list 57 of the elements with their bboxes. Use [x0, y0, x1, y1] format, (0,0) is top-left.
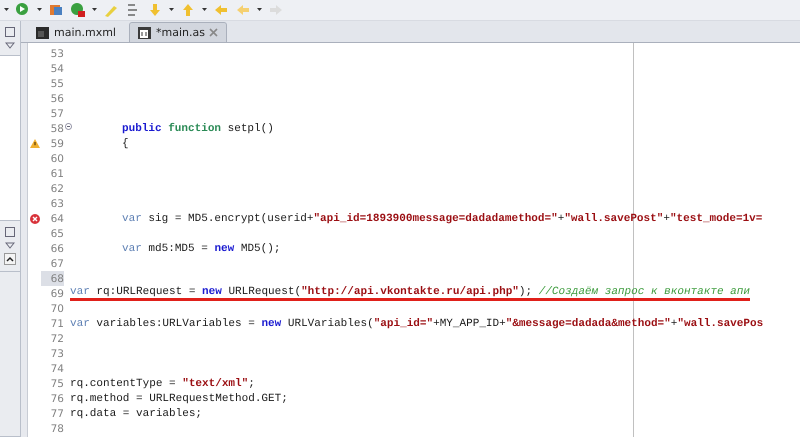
code-line: rq.data = variables;: [70, 408, 202, 420]
line-number: 64: [50, 212, 64, 224]
export-icon[interactable]: [48, 2, 64, 18]
caret-icon[interactable]: [37, 8, 42, 12]
code-line: rq.contentType = "text/xml";: [70, 378, 255, 390]
line-number: 58: [50, 122, 64, 134]
line-number: 59: [50, 138, 64, 150]
line-number: 67: [50, 258, 64, 270]
minimize-icon[interactable]: [5, 241, 15, 249]
line-number: 77: [50, 408, 64, 420]
line-number: 54: [50, 62, 64, 74]
file-icon: [138, 26, 152, 39]
run-icon[interactable]: [70, 2, 86, 18]
line-number: 70: [50, 302, 64, 314]
caret-icon[interactable]: [202, 8, 207, 12]
fold-icon[interactable]: [65, 123, 72, 130]
line-number: 53: [50, 48, 64, 60]
code-line: var sig = MD5.encrypt(userid+"api_id=1893900message=dadadamethod="+"wall.savePost"+"test_mode=1v=: [122, 212, 762, 224]
line-number: 63: [50, 198, 64, 210]
caret-icon[interactable]: [4, 8, 9, 12]
maximize-icon[interactable]: [5, 27, 15, 37]
line-number: 56: [50, 92, 64, 104]
caret-icon[interactable]: [257, 8, 262, 12]
maximize-icon[interactable]: [5, 227, 15, 237]
line-number: 57: [50, 108, 64, 120]
error-icon: [30, 214, 40, 224]
line-number: 72: [50, 332, 64, 344]
line-number: 61: [50, 168, 64, 180]
minimize-icon[interactable]: [5, 41, 15, 49]
code-line: rq.method = URLRequestMethod.GET;: [70, 392, 288, 404]
line-number: 73: [50, 348, 64, 360]
line-number: 76: [50, 392, 64, 404]
line-number: 62: [50, 182, 64, 194]
editor-tab[interactable]: main.mxml: [27, 22, 125, 42]
code-line: {: [122, 138, 129, 150]
line-number: 74: [50, 362, 64, 374]
line-number: 69: [50, 288, 64, 300]
line-number: 66: [50, 242, 64, 254]
caret-icon[interactable]: [169, 8, 174, 12]
line-number: 55: [50, 78, 64, 90]
line-number: 65: [50, 228, 64, 240]
line-number: 75: [50, 378, 64, 390]
scroll-up-icon[interactable]: [4, 253, 16, 265]
code-line: var rq:URLRequest = new URLRequest("http://api.vkontakte.ru/api.php"); //Создаём запрос к вконтакте апи: [70, 286, 750, 301]
warning-icon: [30, 139, 40, 148]
caret-icon[interactable]: [92, 8, 97, 12]
line-number: 71: [50, 318, 64, 330]
code-line: var variables:URLVariables = new URLVariables("api_id="+MY_APP_ID+"&message=dadada&method="+"wall.savePos: [70, 318, 764, 330]
file-icon: [36, 26, 50, 39]
run-icon[interactable]: [15, 2, 31, 18]
code-line: public function setpl(): [122, 122, 274, 134]
line-number: 68: [50, 272, 64, 284]
line-number: 78: [50, 422, 64, 434]
line-number: 60: [50, 152, 64, 164]
close-icon[interactable]: [208, 28, 218, 37]
editor-tab[interactable]: *main.as: [128, 22, 227, 42]
code-line: var md5:MD5 = new MD5();: [122, 242, 280, 254]
